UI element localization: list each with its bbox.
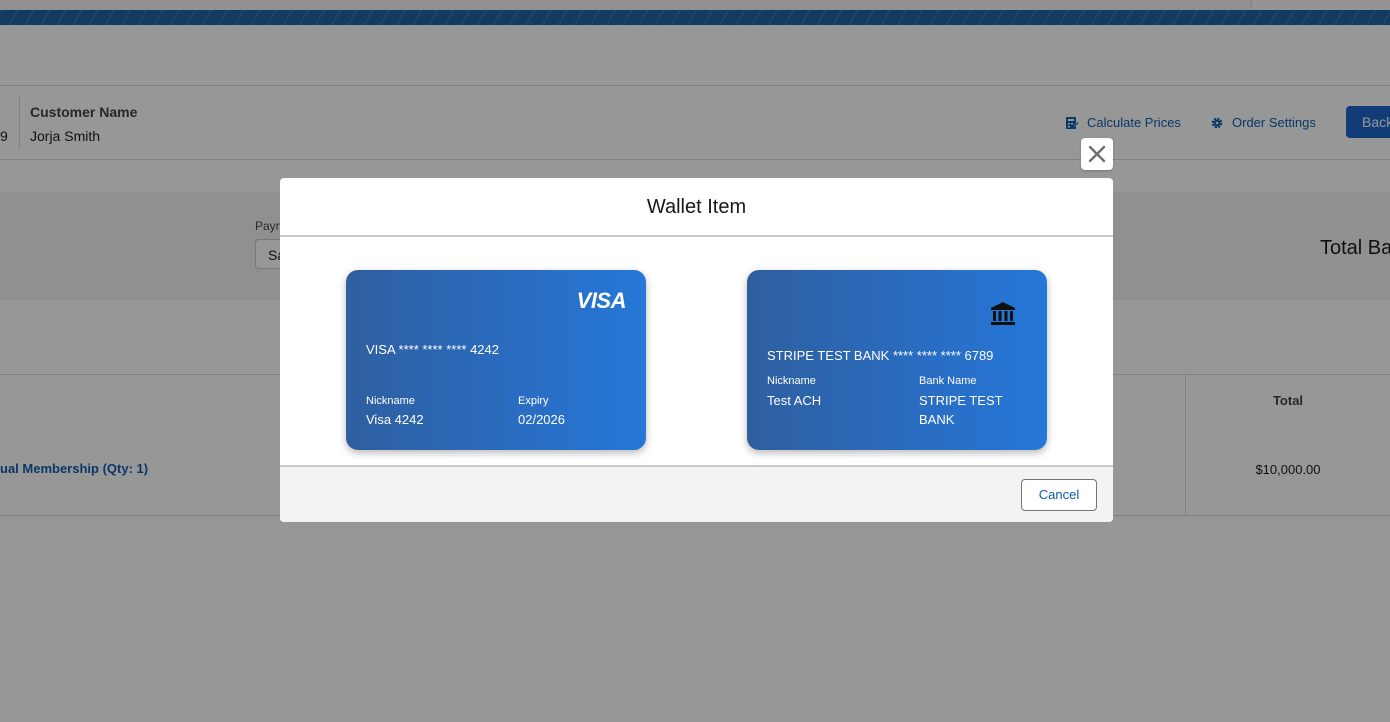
account-number: STRIPE TEST BANK **** **** **** 6789 bbox=[767, 348, 994, 363]
modal-body: VISA VISA **** **** **** 4242 Nickname V… bbox=[280, 237, 1113, 465]
modal-footer: Cancel bbox=[280, 465, 1113, 522]
close-icon bbox=[1088, 145, 1106, 163]
modal-close-button[interactable] bbox=[1081, 138, 1113, 170]
wallet-item-modal: Wallet Item VISA VISA **** **** **** 424… bbox=[280, 178, 1113, 522]
page: 9 Customer Name Jorja Smith Calculate Pr… bbox=[0, 0, 1390, 722]
nickname-label: Nickname bbox=[366, 395, 415, 407]
card-number: VISA **** **** **** 4242 bbox=[366, 342, 499, 357]
bank-icon bbox=[991, 302, 1015, 325]
modal-title: Wallet Item bbox=[280, 178, 1113, 237]
cancel-button[interactable]: Cancel bbox=[1021, 479, 1097, 511]
wallet-card-bank[interactable]: STRIPE TEST BANK **** **** **** 6789 Nic… bbox=[747, 270, 1047, 450]
nickname-value: Test ACH bbox=[767, 393, 822, 408]
wallet-card-visa[interactable]: VISA VISA **** **** **** 4242 Nickname V… bbox=[346, 270, 646, 450]
nickname-value: Visa 4242 bbox=[366, 412, 424, 427]
expiry-value: 02/2026 bbox=[518, 412, 565, 427]
visa-logo: VISA bbox=[576, 288, 627, 313]
bank-name-value: STRIPE TEST BANK bbox=[919, 393, 1003, 427]
expiry-label: Expiry bbox=[518, 395, 549, 407]
nickname-label: Nickname bbox=[767, 375, 816, 387]
bank-name-label: Bank Name bbox=[919, 375, 977, 387]
